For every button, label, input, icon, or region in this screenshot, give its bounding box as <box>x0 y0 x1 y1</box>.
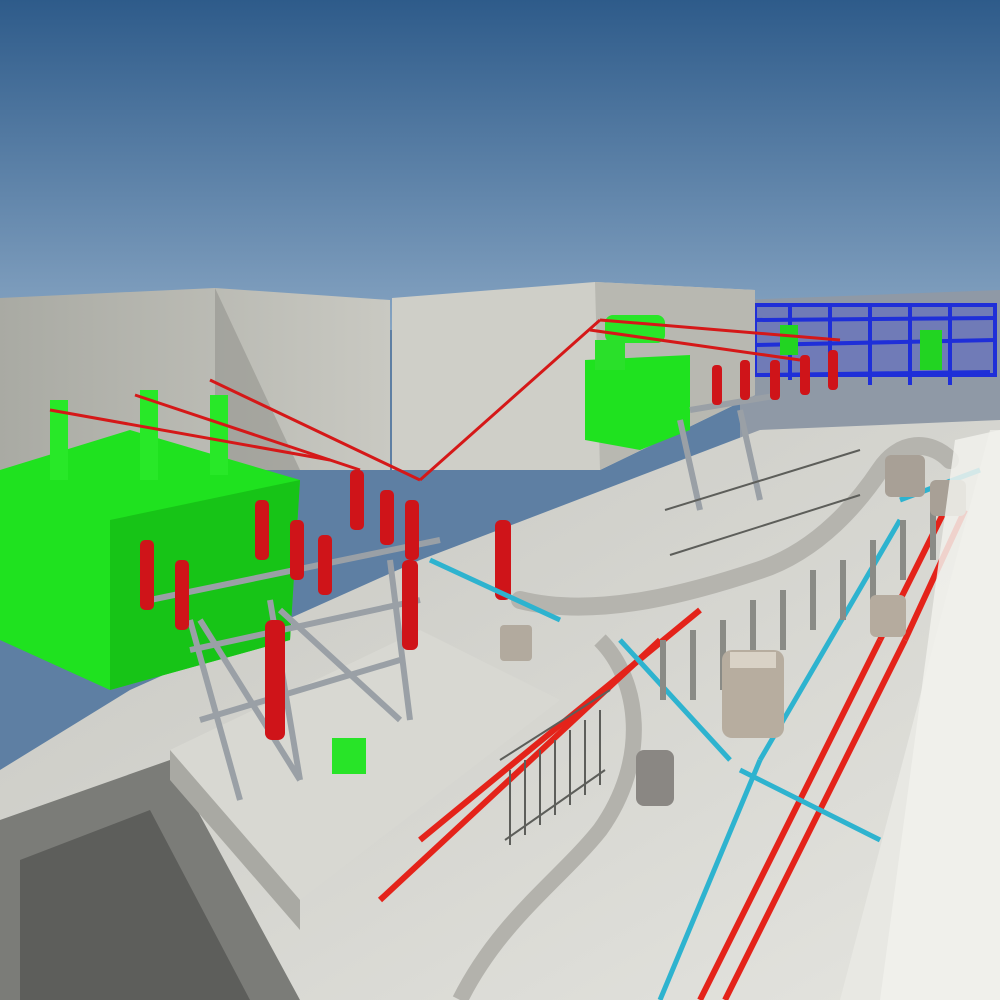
substation-3d-scene <box>0 0 1000 1000</box>
scene-canvas <box>0 0 1000 1000</box>
blue-steel-structure <box>753 303 997 385</box>
sky <box>0 0 1000 330</box>
green-junction-box <box>332 738 366 774</box>
